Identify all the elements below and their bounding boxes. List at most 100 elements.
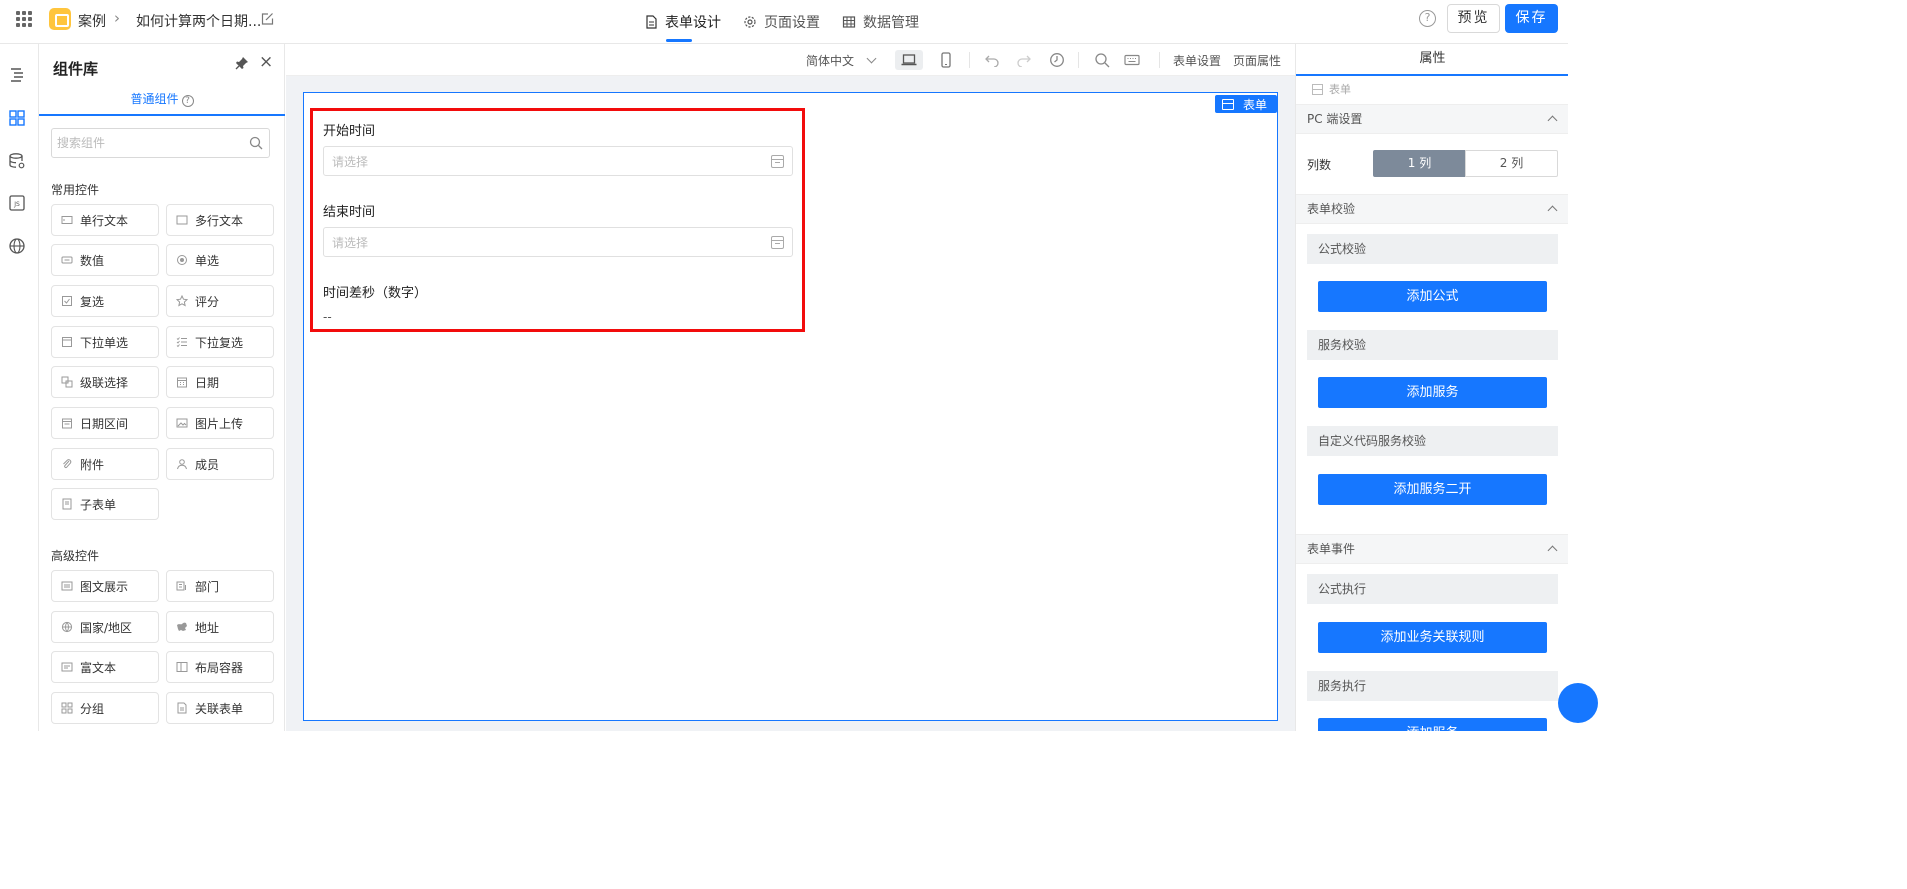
component-label: 部门	[195, 579, 220, 594]
component-rich-text[interactable]: 富文本	[51, 651, 159, 683]
component-cascade-select[interactable]: 级联选择	[51, 366, 159, 398]
globe-icon[interactable]	[8, 237, 26, 255]
tab-properties[interactable]: 属性	[1296, 44, 1568, 76]
dropdown-icon	[62, 337, 72, 347]
common-controls-title: 常用控件	[51, 183, 100, 197]
undo-button[interactable]	[978, 50, 1006, 70]
tab-page-settings[interactable]: 页面设置	[741, 0, 832, 44]
js-code-icon[interactable]: JS	[8, 194, 26, 212]
section-pc-settings[interactable]: PC 端设置	[1296, 104, 1568, 134]
chevron-up-icon[interactable]	[1547, 205, 1558, 216]
app-grid-icon[interactable]	[16, 11, 32, 27]
component-rating[interactable]: 评分	[166, 285, 274, 317]
component-label: 附件	[80, 457, 105, 472]
history-button[interactable]	[1043, 50, 1071, 70]
section-form-events[interactable]: 表单事件	[1296, 534, 1568, 564]
component-related-form[interactable]: 关联表单	[166, 692, 274, 724]
group-icon	[61, 702, 73, 714]
redo-icon	[1017, 55, 1031, 67]
help-icon[interactable]: ?	[1419, 10, 1436, 27]
component-group[interactable]: 分组	[51, 692, 159, 724]
component-checkbox[interactable]: 复选	[51, 285, 159, 317]
component-department[interactable]: 部门	[166, 570, 274, 602]
textarea-icon	[176, 215, 188, 225]
edit-icon[interactable]	[260, 12, 274, 26]
component-label: 单行文本	[80, 213, 129, 228]
form-tag[interactable]: 表单	[1215, 95, 1277, 113]
component-address[interactable]: 地址	[166, 611, 274, 643]
add-service-button[interactable]: 添加服务	[1318, 377, 1547, 408]
database-icon[interactable]	[8, 152, 26, 170]
add-business-rule-button[interactable]: 添加业务关联规则	[1318, 622, 1547, 653]
columns-label: 列数	[1307, 158, 1332, 172]
component-layout-container[interactable]: 布局容器	[166, 651, 274, 683]
add-service-execution-button[interactable]: 添加服务	[1318, 718, 1547, 731]
component-country-region[interactable]: 国家/地区	[51, 611, 159, 643]
component-dropdown-single[interactable]: 下拉单选	[51, 326, 159, 358]
map-icon	[177, 622, 187, 631]
language-select[interactable]: 简体中文	[806, 52, 877, 69]
section-form-validation[interactable]: 表单校验	[1296, 194, 1568, 224]
component-sub-form[interactable]: 子表单	[51, 488, 159, 520]
columns-2-option[interactable]: 2 列	[1465, 150, 1558, 177]
end-time-input[interactable]: 请选择	[323, 227, 793, 257]
page-properties-link[interactable]: 页面属性	[1233, 52, 1281, 69]
form-icon	[1222, 98, 1234, 110]
search-button[interactable]	[1088, 50, 1116, 70]
component-number[interactable]: 数值	[51, 244, 159, 276]
add-service-extension-button[interactable]: 添加服务二开	[1318, 474, 1547, 505]
tab-common-components[interactable]: 普通组件?	[39, 90, 285, 116]
mobile-view-button[interactable]	[932, 50, 960, 70]
keyboard-shortcuts-button[interactable]	[1118, 50, 1146, 70]
component-attachment[interactable]: 附件	[51, 448, 159, 480]
breadcrumb-app[interactable]: 案例	[78, 11, 106, 31]
component-date-range[interactable]: 日期区间	[51, 407, 159, 439]
form-container[interactable]: 表单 开始时间 请选择 结束时间 请选择 时间差秒（数字） --	[303, 92, 1278, 721]
component-label: 日期区间	[80, 416, 129, 431]
outline-icon[interactable]	[8, 66, 26, 84]
search-icon[interactable]	[249, 136, 263, 150]
redo-button[interactable]	[1010, 50, 1038, 70]
chevron-up-icon[interactable]	[1547, 545, 1558, 556]
component-rich-display[interactable]: 图文展示	[51, 570, 159, 602]
component-label: 布局容器	[195, 660, 244, 675]
toolbar-divider	[969, 52, 970, 68]
save-button[interactable]: 保存	[1505, 4, 1558, 33]
floating-assistant-button[interactable]	[1558, 683, 1598, 723]
form-icon	[1312, 83, 1323, 95]
preview-button[interactable]: 预览	[1447, 4, 1500, 33]
desktop-view-button[interactable]	[895, 50, 923, 70]
close-icon[interactable]: ×	[259, 54, 273, 71]
search-icon	[1095, 53, 1110, 68]
components-icon[interactable]	[8, 109, 26, 127]
subform-icon	[62, 498, 72, 510]
chevron-up-icon[interactable]	[1547, 115, 1558, 126]
component-dropdown-multi[interactable]: 下拉复选	[166, 326, 274, 358]
pin-icon[interactable]	[235, 56, 249, 70]
tab-form-design[interactable]: 表单设计	[642, 0, 733, 44]
design-canvas: 简体中文 表单设置 页面属性 表单 开始时间 请选择 结束时间 请选择 时间差秒…	[286, 44, 1295, 731]
help-icon[interactable]: ?	[181, 95, 194, 107]
add-formula-button[interactable]: 添加公式	[1318, 281, 1547, 312]
calendar-icon[interactable]	[771, 236, 784, 249]
component-image-upload[interactable]: 图片上传	[166, 407, 274, 439]
chevron-right-icon: ›	[114, 9, 120, 27]
advanced-controls-title: 高级控件	[51, 549, 100, 563]
component-search-input[interactable]	[52, 129, 242, 157]
component-label: 评分	[195, 294, 220, 309]
component-label: 多行文本	[195, 213, 244, 228]
form-settings-link[interactable]: 表单设置	[1173, 52, 1221, 69]
component-date[interactable]: 日期	[166, 366, 274, 398]
component-single-line-text[interactable]: 单行文本	[51, 204, 159, 236]
component-member[interactable]: 成员	[166, 448, 274, 480]
properties-breadcrumb: 表单	[1312, 81, 1351, 97]
start-time-input[interactable]: 请选择	[323, 146, 793, 176]
calendar-icon[interactable]	[771, 155, 784, 168]
file-icon	[646, 15, 657, 29]
start-time-label: 开始时间	[323, 124, 376, 139]
component-multi-line-text[interactable]: 多行文本	[166, 204, 274, 236]
columns-1-option[interactable]: 1 列	[1373, 150, 1466, 177]
tab-data-management[interactable]: 数据管理	[840, 0, 931, 44]
component-radio[interactable]: 单选	[166, 244, 274, 276]
library-title: 组件库	[53, 60, 99, 78]
